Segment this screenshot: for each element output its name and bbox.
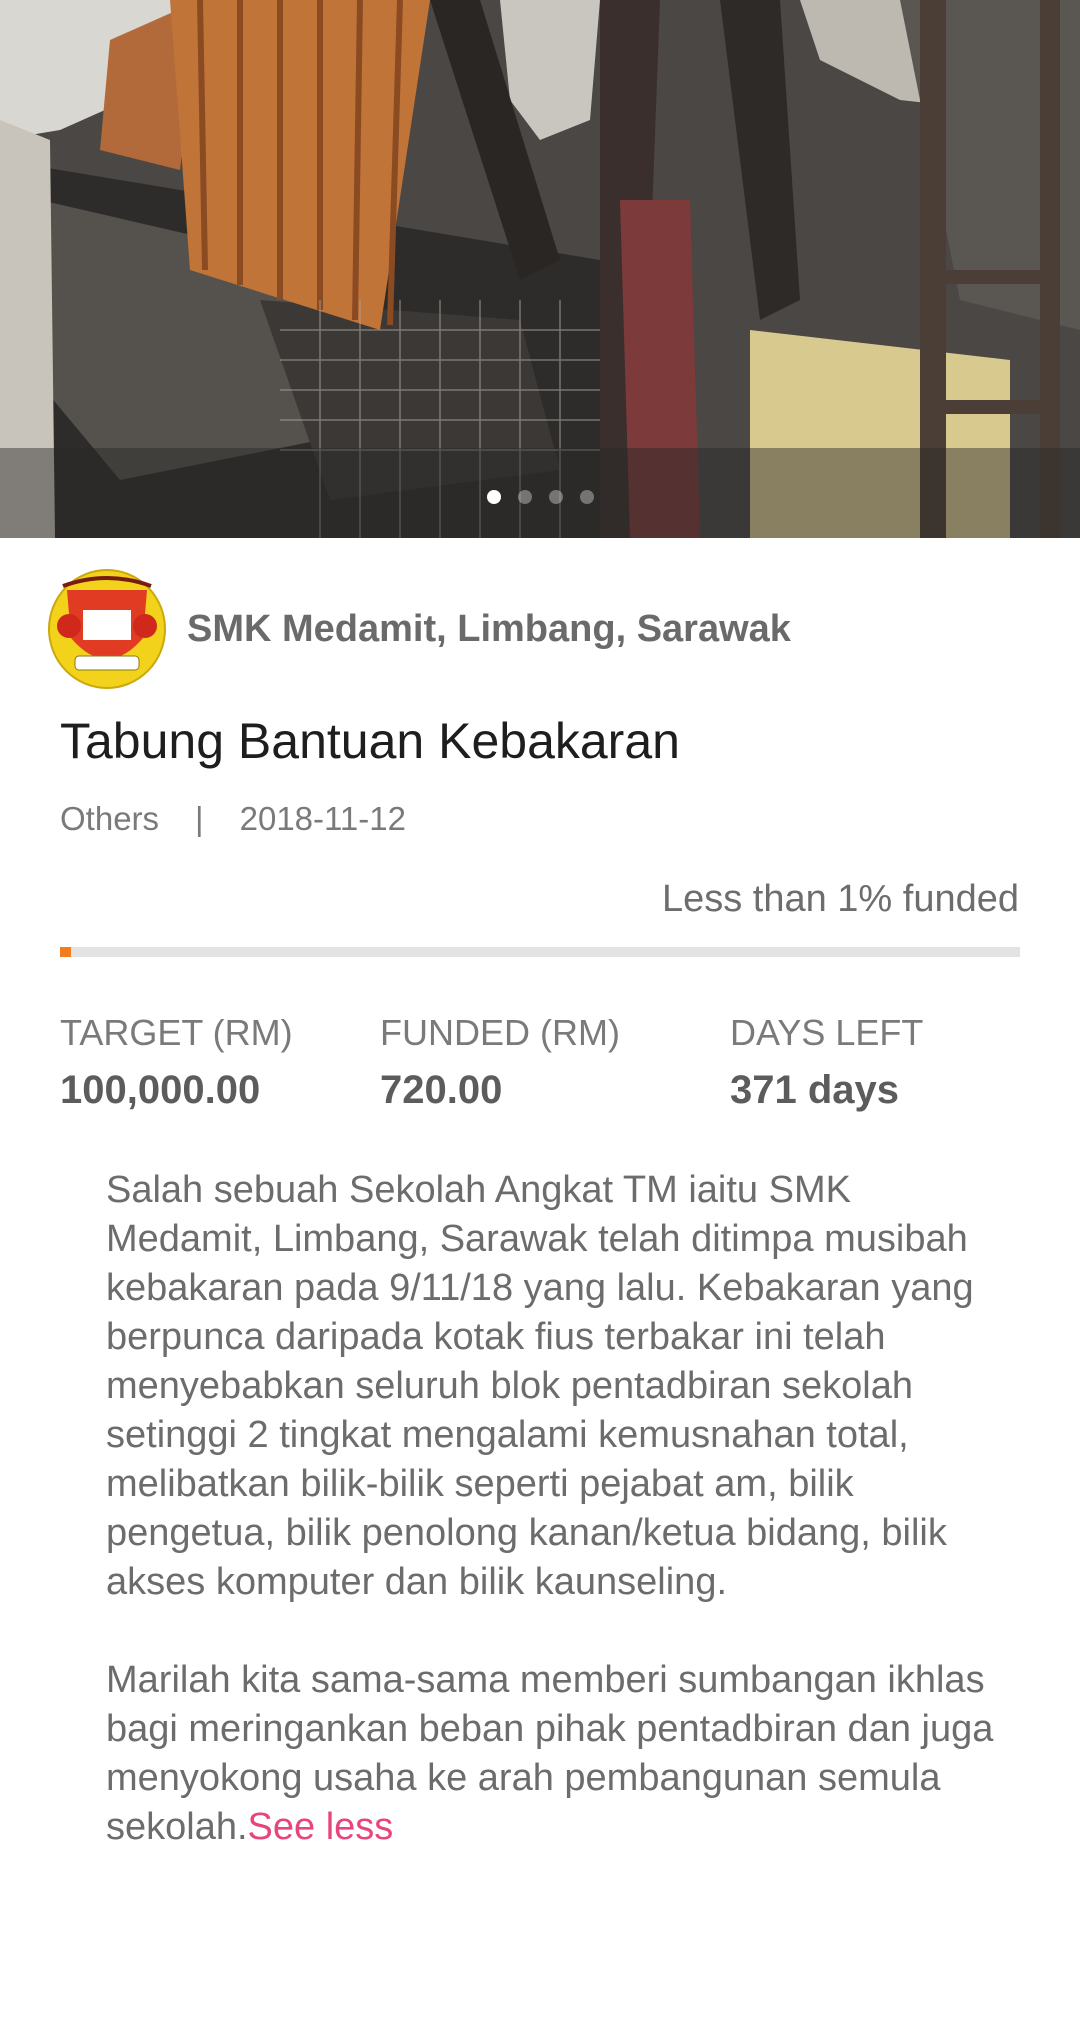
funding-progress-fill (60, 947, 71, 957)
description-paragraph-text: Marilah kita sama-sama memberi sumbangan… (106, 1659, 994, 1848)
campaign-description: Salah sebuah Sekolah Angkat TM iaitu SMK… (106, 1166, 1006, 1901)
carousel-dot[interactable] (548, 490, 563, 504)
meta-separator: | (195, 800, 204, 837)
funded-label: FUNDED (RM) (380, 1012, 620, 1053)
stat-target: TARGET (RM) 100,000.00 (60, 1012, 293, 1113)
organization-name: SMK Medamit, Limbang, Sarawak (187, 607, 791, 650)
target-label: TARGET (RM) (60, 1012, 293, 1053)
organization-header[interactable]: SMK Medamit, Limbang, Sarawak (47, 568, 791, 690)
campaign-date: 2018-11-12 (239, 800, 406, 837)
description-paragraph: Salah sebuah Sekolah Angkat TM iaitu SMK… (106, 1169, 974, 1603)
carousel-dot[interactable] (517, 490, 532, 504)
campaign-meta: Others | 2018-11-12 (60, 800, 406, 838)
funding-progress-bar (60, 947, 1020, 957)
stat-days-left: DAYS LEFT 371 days (730, 1012, 923, 1113)
days-left-label: DAYS LEFT (730, 1012, 924, 1053)
funded-value: 720.00 (380, 1068, 503, 1112)
stat-funded: FUNDED (RM) 720.00 (380, 1012, 620, 1113)
school-crest-logo (48, 569, 166, 689)
campaign-title: Tabung Bantuan Kebakaran (60, 713, 680, 769)
campaign-photo-carousel[interactable] (0, 0, 1080, 538)
funded-status: Less than 1% funded (661, 878, 1019, 920)
carousel-dot[interactable] (579, 490, 594, 504)
carousel-dot[interactable] (486, 490, 501, 504)
carousel-dots[interactable] (0, 490, 1080, 504)
days-left-value: 371 days (730, 1068, 900, 1112)
description-paragraph: Marilah kita sama-sama memberi sumbangan… (106, 1656, 1006, 1852)
see-less-link[interactable]: See less (248, 1806, 394, 1848)
campaign-category: Others (60, 800, 160, 837)
target-value: 100,000.00 (60, 1068, 261, 1112)
